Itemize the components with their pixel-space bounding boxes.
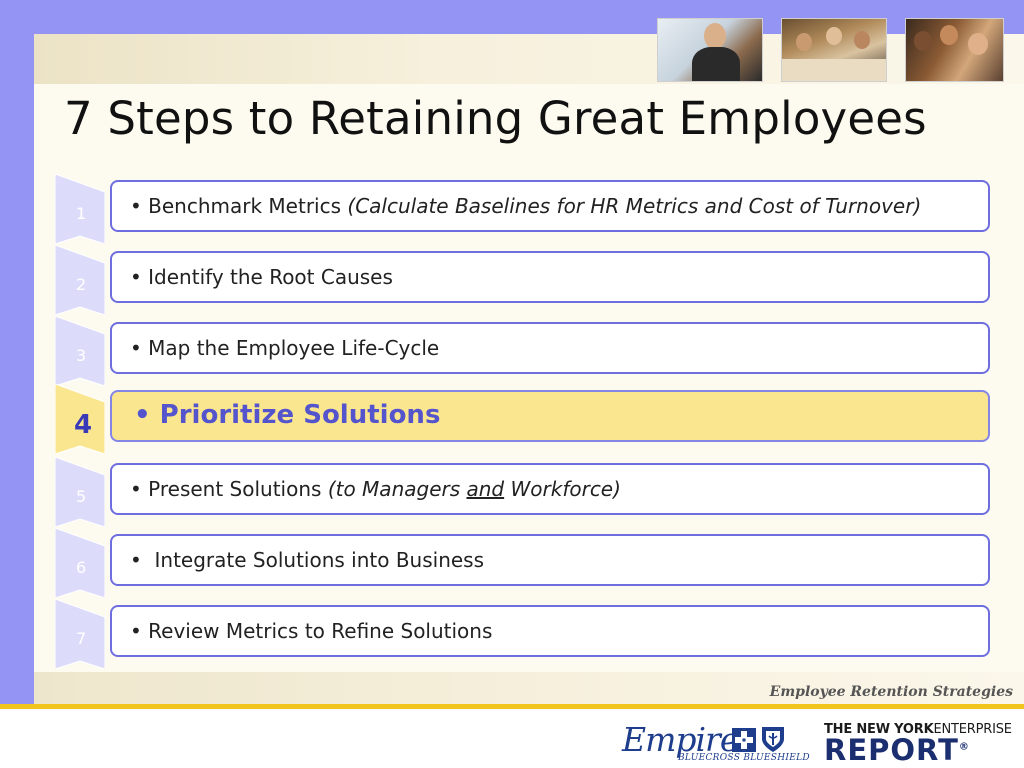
step-number: 1 [76, 204, 87, 223]
step-text: • Benchmark Metrics (Calculate Baselines… [130, 194, 921, 218]
photo-office-worker [657, 18, 763, 82]
step-box-3: • Map the Employee Life-Cycle [110, 322, 990, 374]
step-number-tab: 6 [55, 528, 105, 598]
blue-shield-icon [762, 727, 784, 752]
step-label: • Review Metrics to Refine Solutions [130, 619, 493, 643]
step-text: • Prioritize Solutions [134, 400, 440, 430]
step-box-6: • Integrate Solutions into Business [110, 534, 990, 586]
step-number: 7 [76, 629, 87, 648]
nyer-wordmark: REPORT® [824, 733, 970, 767]
step-label: • Map the Employee Life-Cycle [130, 336, 440, 360]
step-detail: (to Managers [327, 477, 467, 501]
step-box-7: • Review Metrics to Refine Solutions [110, 605, 990, 657]
step-label: • Integrate Solutions into Business [130, 548, 485, 572]
step-detail-emphasis: and [466, 477, 505, 501]
step-number: 2 [76, 275, 87, 294]
empire-logo: Empire BLUECROSS BLUESHIELD [622, 720, 810, 766]
step-label: • Prioritize Solutions [134, 400, 441, 430]
left-accent-bar [0, 0, 34, 706]
slide-title: 7 Steps to Retaining Great Employees [64, 92, 927, 145]
step-text: • Identify the Root Causes [130, 265, 393, 289]
step-number-tab: 5 [55, 457, 105, 527]
photo-team-meeting [781, 18, 887, 82]
step-detail: (Calculate Baselines for HR Metrics and … [347, 194, 922, 218]
step-box-4: • Prioritize Solutions [110, 390, 990, 442]
step-label: • Present Solutions [130, 477, 328, 501]
step-box-5: • Present Solutions (to Managers and Wor… [110, 463, 990, 515]
step-text: • Review Metrics to Refine Solutions [130, 619, 492, 643]
step-number: 3 [76, 346, 87, 365]
empire-subtitle: BLUECROSS BLUESHIELD [678, 753, 810, 763]
footer-caption: Employee Retention Strategies [769, 684, 1013, 700]
step-number-tab: 1 [55, 174, 105, 244]
blue-cross-icon [732, 728, 756, 752]
step-number-tab: 2 [55, 245, 105, 315]
step-label: • Benchmark Metrics [130, 194, 348, 218]
step-text: • Integrate Solutions into Business [130, 548, 484, 572]
step-text: • Map the Employee Life-Cycle [130, 336, 439, 360]
step-text: • Present Solutions (to Managers and Wor… [130, 477, 621, 501]
step-number-tab: 4 [55, 384, 105, 454]
step-label: • Identify the Root Causes [130, 265, 393, 289]
step-number-tab: 3 [55, 316, 105, 386]
photo-group-smiling [905, 18, 1004, 82]
step-number: 6 [76, 558, 87, 577]
step-number-tab: 7 [55, 599, 105, 669]
step-detail: Workforce) [504, 477, 621, 501]
step-number: 5 [76, 487, 87, 506]
step-number: 4 [74, 410, 93, 440]
step-box-2: • Identify the Root Causes [110, 251, 990, 303]
slide: 7 Steps to Retaining Great Employees 1 • … [0, 0, 1024, 768]
step-box-1: • Benchmark Metrics (Calculate Baselines… [110, 180, 990, 232]
nyer-logo: THE NEW YORKENTERPRISE REPORT® [824, 722, 1012, 767]
